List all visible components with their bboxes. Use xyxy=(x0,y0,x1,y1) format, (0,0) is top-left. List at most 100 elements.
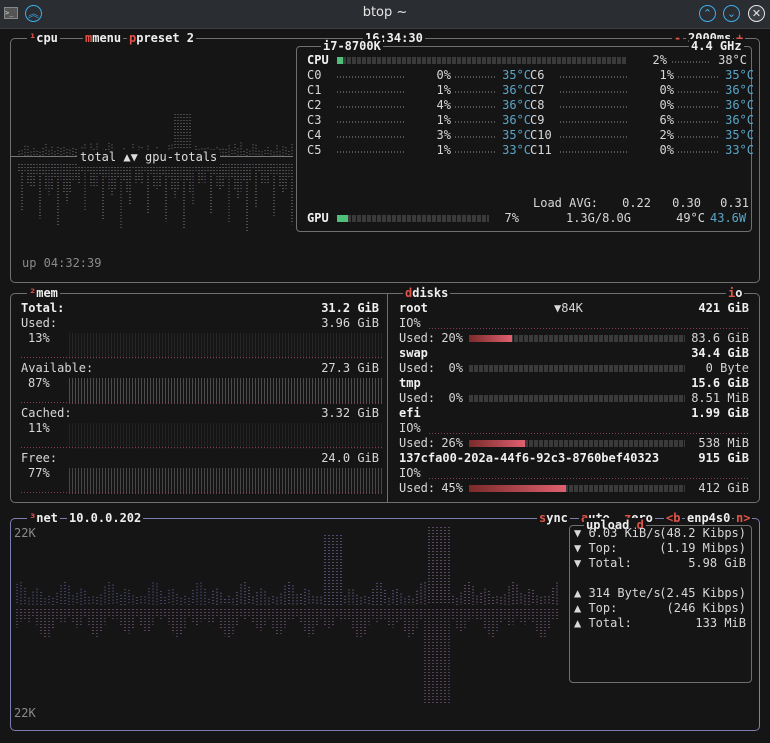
core-pct: 1% xyxy=(436,83,451,97)
mem-row-value: 24.0 GiB xyxy=(321,451,379,465)
core-spark xyxy=(560,121,628,123)
core-spark xyxy=(560,136,628,138)
close-icon[interactable]: ✕ xyxy=(748,5,765,22)
menu-tab[interactable]: mmenu xyxy=(83,31,124,45)
cpu-total-fill xyxy=(337,57,343,64)
disk-efi-size: 1.99 GiB xyxy=(691,406,749,420)
disk-tmp-used-pct: 0% xyxy=(448,391,463,405)
minimize-icon[interactable]: ⌄ xyxy=(723,5,740,22)
core-temp: 36°C xyxy=(502,113,531,127)
net-down-label: ▼ Total: xyxy=(574,556,632,570)
cpu-model: i7-8700K xyxy=(321,39,383,53)
core-pct: 1% xyxy=(436,113,451,127)
core-name: C6 xyxy=(530,68,545,82)
disk-swap-used-pct: 0% xyxy=(448,361,463,375)
disks-tab[interactable]: ddisks xyxy=(403,286,451,300)
mem-section: Total: 31.2 GiB Used: 3.96 GiB 13% Available:… xyxy=(21,301,383,501)
sync-toggle[interactable]: sync xyxy=(537,511,570,525)
core-temp: 36°C xyxy=(725,83,754,97)
core-pct: 4% xyxy=(436,98,451,112)
core-temp: 33°C xyxy=(725,143,754,157)
core-pct: 1% xyxy=(659,68,674,82)
gpu-temp: 49°C xyxy=(676,211,705,225)
mem-graph xyxy=(21,468,383,494)
gpu-pct: 7% xyxy=(504,211,519,225)
load-avg-label: Load AVG: xyxy=(533,196,599,210)
mem-row-value: 27.3 GiB xyxy=(321,361,379,375)
mem-graph xyxy=(21,423,383,449)
core-spark xyxy=(337,91,405,93)
prev-interface-button[interactable]: <b xyxy=(664,511,683,525)
cpu-tab[interactable]: ¹cpu xyxy=(27,31,60,45)
disk-uuid-size: 915 GiB xyxy=(698,451,749,465)
core-pct: 0% xyxy=(659,98,674,112)
net-up-label: ▲ Total: xyxy=(574,616,632,630)
disk-root-name: root xyxy=(399,301,428,315)
maximize-icon[interactable]: ⌃ xyxy=(699,5,716,22)
disk-tmp-used: 8.51 MiB xyxy=(691,391,749,405)
core-name: C9 xyxy=(530,113,545,127)
core-temp: 35°C xyxy=(725,68,754,82)
net-down-value: 5.98 GiB xyxy=(688,556,746,570)
core-spark xyxy=(337,136,405,138)
mem-separator xyxy=(21,402,383,403)
disk-root-used-pct: 20% xyxy=(441,331,463,345)
net-interface: enp4s0 xyxy=(685,511,733,525)
window-title: btop ~ xyxy=(362,5,408,20)
net-down-value: (48.2 Kibps) xyxy=(659,526,746,540)
mem-graph xyxy=(21,333,383,359)
core-temp: 36°C xyxy=(502,83,531,97)
io-toggle[interactable]: io xyxy=(726,286,745,300)
cpu-total-label: CPU xyxy=(307,53,329,67)
core-name: C3 xyxy=(307,113,322,127)
core-name: C1 xyxy=(307,83,322,97)
disk-efi-used-label: Used: xyxy=(399,436,436,450)
core-temp: 35°C xyxy=(502,68,531,82)
disk-root-io: ▼84K xyxy=(554,301,583,315)
core-temp: 33°C xyxy=(502,143,531,157)
disk-efi-io-label: IO% xyxy=(399,421,421,435)
next-interface-button[interactable]: n> xyxy=(734,511,753,525)
core-pct: 2% xyxy=(659,128,674,142)
core-pct: 0% xyxy=(436,68,451,82)
disk-uuid-used-pct: 45% xyxy=(441,481,463,495)
disk-uuid-io-label: IO% xyxy=(399,466,421,480)
mem-graph xyxy=(21,378,383,404)
disk-tmp-name: tmp xyxy=(399,376,421,390)
disk-uuid-name: 137cfa00-202a-44f6-92c3-8760bef40323 xyxy=(399,451,660,465)
load-avg-5: 0.30 xyxy=(672,196,701,210)
mem-row-value: 31.2 GiB xyxy=(321,301,379,315)
mem-separator xyxy=(21,447,383,448)
gpu-fill xyxy=(337,215,348,222)
cpu-total-pct: 2% xyxy=(652,53,667,67)
preset-tab[interactable]: ppreset 2 xyxy=(127,31,197,45)
core-spark xyxy=(337,121,405,123)
disk-efi-meter xyxy=(469,440,685,447)
core-name: C5 xyxy=(307,143,322,157)
net-stats-box: upload d ▼ 6.03 KiB/s (48.2 Kibps) ▼ Top:(… xyxy=(569,518,752,683)
net-up-value: 133 MiB xyxy=(695,616,746,630)
disk-root-used: 83.6 GiB xyxy=(691,331,749,345)
mem-separator xyxy=(21,492,383,493)
cpu-freq: 4.4 GHz xyxy=(689,39,744,53)
title-bar: >_ ︽ btop ~ ⌃ ⌄ ✕ xyxy=(0,0,770,29)
net-graph xyxy=(16,527,558,704)
mem-disks-divider xyxy=(387,294,388,502)
mem-row-label: Available: xyxy=(21,361,94,375)
mem-tab[interactable]: ²mem xyxy=(27,286,60,300)
core-pct: 0% xyxy=(659,83,674,97)
load-avg-1: 0.22 xyxy=(622,196,651,210)
disk-tmp-size: 15.6 GiB xyxy=(691,376,749,390)
core-temp: 36°C xyxy=(725,113,754,127)
gpu-label: GPU xyxy=(307,211,329,225)
interval-decrease-button[interactable]: - xyxy=(672,31,684,45)
mem-row-label: Total: xyxy=(21,301,65,315)
net-tab[interactable]: ³net xyxy=(27,511,60,525)
graph-label: total ▲▼ gpu-totals xyxy=(77,150,221,165)
cpu-info-box: i7-8700K 4.4 GHz CPU 2% 38°C Load AVG: 0… xyxy=(296,39,754,232)
core-pct: 1% xyxy=(436,143,451,157)
disk-efi-name: efi xyxy=(399,406,421,420)
mem-row-value: 3.32 GiB xyxy=(321,406,379,420)
disk-efi-used-pct: 26% xyxy=(441,436,463,450)
disk-swap-used: 0 Byte xyxy=(705,361,749,375)
